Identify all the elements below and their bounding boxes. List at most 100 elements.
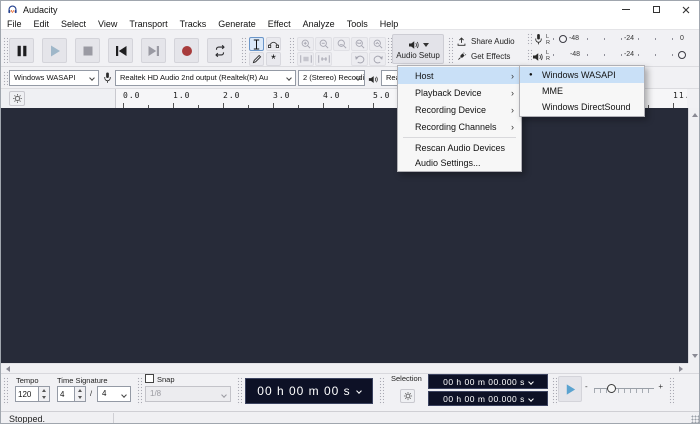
minimize-button[interactable] (611, 1, 641, 18)
recording-meter-grip[interactable] (527, 33, 532, 46)
time-signature-toolbar-grip[interactable] (3, 377, 8, 405)
get-effects-button[interactable]: Get Effects (453, 49, 523, 63)
selection-end-display[interactable]: 00 h 00 m 00.000 s (428, 391, 548, 406)
draw-tool-button[interactable] (249, 52, 264, 66)
selection-tool-button[interactable] (249, 37, 264, 51)
host-combo[interactable]: Windows WASAPI (9, 70, 99, 86)
menu-item-recording-device[interactable]: Recording Device › (398, 101, 521, 118)
snap-toolbar-grip[interactable] (137, 377, 142, 405)
menu-analyze[interactable]: Analyze (297, 19, 341, 29)
submenu-item-windows-directsound[interactable]: Windows DirectSound (520, 99, 644, 115)
scroll-up-arrow[interactable] (689, 110, 699, 120)
playback-device-icon (367, 72, 379, 90)
loop-button[interactable] (207, 38, 232, 63)
chevron-down-icon (528, 395, 534, 402)
zoom-out-button[interactable] (315, 37, 332, 51)
scrollbar-corner (688, 363, 699, 373)
zoom-toggle-button[interactable] (369, 37, 386, 51)
title-bar: Audacity (1, 1, 699, 18)
redo-button[interactable] (369, 52, 386, 66)
play-at-speed-button[interactable] (558, 376, 582, 402)
stop-button[interactable] (75, 38, 100, 63)
track-canvas[interactable] (1, 108, 688, 363)
play-button[interactable] (42, 38, 67, 63)
multi-tool-button[interactable]: * (266, 52, 281, 66)
playback-speed-slider[interactable]: - + (585, 379, 663, 399)
recording-meter[interactable]: -48 -24 0 (553, 33, 687, 46)
tools-toolbar-grip[interactable] (241, 37, 246, 63)
recording-channels-combo[interactable]: 2 (Stereo) Recording Chann (298, 70, 365, 86)
submenu-arrow-icon: › (511, 121, 514, 132)
record-button[interactable] (174, 38, 199, 63)
playback-volume-slider-thumb[interactable] (678, 51, 686, 59)
menu-generate[interactable]: Generate (212, 19, 262, 29)
tempo-spinner[interactable] (39, 386, 50, 402)
menu-item-playback-device[interactable]: Playback Device › (398, 84, 521, 101)
timeline-options-button[interactable] (9, 91, 25, 106)
transport-toolbar-grip[interactable] (3, 37, 8, 63)
scroll-right-arrow[interactable] (676, 364, 686, 373)
undo-button[interactable] (351, 52, 368, 66)
window-title: Audacity (23, 4, 58, 15)
menu-tracks[interactable]: Tracks (174, 19, 213, 29)
audio-setup-menu: Host › Playback Device › Recording Devic… (397, 65, 522, 172)
zoom-in-button[interactable] (297, 37, 314, 51)
pause-button[interactable] (9, 38, 34, 63)
menu-file[interactable]: File (1, 19, 28, 29)
menu-item-recording-channels[interactable]: Recording Channels › (398, 118, 521, 135)
close-button[interactable] (671, 1, 699, 18)
submenu-item-mme[interactable]: MME (520, 83, 644, 99)
selection-start-display[interactable]: 00 h 00 m 00.000 s (428, 374, 548, 389)
menu-view[interactable]: View (92, 19, 123, 29)
menu-item-audio-settings[interactable]: Audio Settings... (398, 155, 521, 170)
envelope-tool-button[interactable] (266, 37, 281, 51)
menu-edit[interactable]: Edit (28, 19, 56, 29)
audio-setup-button[interactable]: Audio Setup (392, 34, 444, 64)
scroll-down-arrow[interactable] (689, 351, 699, 361)
menu-item-host[interactable]: Host › (398, 67, 521, 84)
recording-volume-slider-thumb[interactable] (559, 35, 567, 43)
time-toolbar-grip[interactable] (237, 377, 242, 405)
maximize-button[interactable] (641, 1, 671, 18)
host-submenu: ● Windows WASAPI MME Windows DirectSound (519, 65, 645, 117)
menu-transport[interactable]: Transport (123, 19, 173, 29)
horizontal-scrollbar[interactable] (1, 363, 688, 373)
time-signature-upper-spinner[interactable] (75, 386, 86, 402)
time-signature-label: Time Signature (57, 376, 108, 385)
resize-grip[interactable] (691, 415, 699, 423)
audio-position-display[interactable]: 00 h 00 m 00 s (245, 378, 373, 404)
zoom-selection-button[interactable] (333, 37, 350, 51)
recording-device-combo[interactable]: Realtek HD Audio 2nd output (Realtek(R) … (115, 70, 296, 86)
zoom-fit-button[interactable] (351, 37, 368, 51)
device-toolbar-grip[interactable] (3, 71, 8, 87)
tempo-input[interactable] (15, 386, 39, 402)
menu-tools[interactable]: Tools (341, 19, 374, 29)
time-signature-upper-input[interactable] (57, 386, 75, 402)
edit-toolbar-grip[interactable] (289, 37, 294, 63)
spare-dock-grip[interactable] (669, 377, 674, 405)
menu-item-rescan-audio-devices[interactable]: Rescan Audio Devices (398, 140, 521, 155)
silence-audio-button[interactable] (315, 52, 332, 66)
submenu-item-windows-wasapi[interactable]: ● Windows WASAPI (520, 67, 644, 83)
snap-checkbox[interactable] (145, 374, 154, 383)
playback-speed-slider-thumb[interactable] (607, 384, 616, 393)
plugin-icon (456, 51, 467, 62)
menu-effect[interactable]: Effect (262, 19, 297, 29)
playback-meter[interactable]: -48 -24 (553, 49, 687, 62)
audio-setup-label: Audio Setup (396, 50, 440, 60)
skip-to-start-button[interactable] (108, 38, 133, 63)
menu-help[interactable]: Help (374, 19, 405, 29)
play-at-speed-toolbar-grip[interactable] (552, 377, 557, 405)
selection-toolbar-grip[interactable] (379, 377, 384, 405)
snap-mode-combo[interactable]: 1/8 (145, 386, 231, 402)
time-signature-separator: / (90, 389, 93, 398)
menu-select[interactable]: Select (55, 19, 92, 29)
microphone-icon (533, 33, 544, 51)
share-audio-button[interactable]: Share Audio (453, 34, 523, 48)
time-signature-lower-combo[interactable]: 4 (97, 386, 131, 402)
vertical-scrollbar[interactable] (688, 108, 699, 363)
selection-options-button[interactable] (400, 389, 415, 403)
trim-audio-button[interactable] (297, 52, 314, 66)
skip-to-end-button[interactable] (141, 38, 166, 63)
scroll-left-arrow[interactable] (3, 364, 13, 373)
